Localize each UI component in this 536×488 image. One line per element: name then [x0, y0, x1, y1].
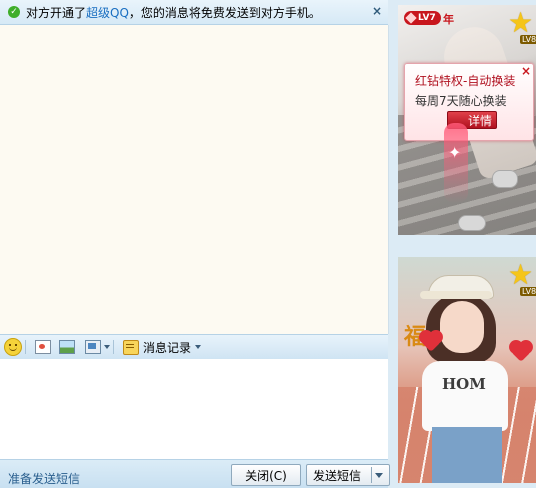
message-input[interactable]: [0, 359, 388, 459]
qq-show-avatar-self[interactable]: HOM 福 ★ LV8: [398, 257, 536, 483]
message-history-label: 消息记录: [143, 340, 192, 355]
shirt-print-text: HOM: [442, 375, 486, 393]
notice-text-before: 对方开通了: [26, 5, 87, 20]
super-qq-notice-bar: ✓ 对方开通了超级QQ，您的消息将免费发送到对方手机。 ×: [0, 0, 388, 25]
close-button[interactable]: 关闭(C): [231, 464, 301, 486]
send-sms-button[interactable]: 发送短信: [306, 464, 390, 486]
star-icon: ★: [508, 258, 534, 291]
photo-shoe: [458, 215, 486, 231]
status-text: 准备发送短信: [8, 472, 81, 486]
qq-show-sidebar: LV7 年 ★ LV8 红钻特权-自动换装 每周7天随心换装 × 详情 ✦ HO…: [390, 0, 536, 487]
photo-figure-shirt: [422, 361, 508, 431]
super-qq-link[interactable]: 超级QQ: [86, 6, 129, 20]
promo-close-icon[interactable]: ×: [521, 64, 531, 78]
send-options-dropdown-icon[interactable]: [375, 473, 383, 478]
notice-text: 对方开通了超级QQ，您的消息将免费发送到对方手机。: [26, 4, 321, 21]
star-level-badge: LV8: [520, 35, 536, 44]
promo-subtitle: 每周7天随心换装: [415, 94, 507, 108]
notice-text-after: ，您的消息将免费发送到对方手机。: [128, 5, 321, 20]
message-history-button[interactable]: 消息记录: [119, 338, 205, 356]
chevron-down-icon[interactable]: [104, 345, 110, 349]
toolbar-divider: [25, 340, 26, 354]
toolbar-divider: [113, 340, 114, 354]
bottom-bar: 准备发送短信 关闭(C) 发送短信: [0, 459, 390, 488]
send-sms-label: 发送短信: [313, 468, 362, 483]
red-diamond-level-badge: LV7: [404, 11, 441, 25]
red-diamond-promo-popup: 红钻特权-自动换装 每周7天随心换装 × 详情: [404, 63, 534, 141]
photo-shoe: [492, 170, 518, 188]
chevron-down-icon: [195, 345, 202, 349]
sparkle-icon: ✦: [448, 143, 462, 162]
star-level-badge: LV8: [520, 287, 536, 296]
emoji-icon[interactable]: [4, 338, 22, 356]
qq-show-avatar-contact[interactable]: LV7 年 ★ LV8 红钻特权-自动换装 每周7天随心换装 × 详情 ✦: [398, 5, 536, 235]
promo-title: 红钻特权-自动换装: [415, 74, 516, 88]
photo-figure-jeans: [432, 427, 502, 483]
more-tools-icon[interactable]: [85, 340, 101, 354]
star-icon: ★: [508, 6, 534, 39]
sparkle-effect: [444, 123, 468, 203]
notice-close-icon[interactable]: ×: [372, 4, 382, 18]
screenshot-icon[interactable]: [35, 340, 51, 354]
heart-icon: [511, 342, 531, 362]
message-history-icon: [123, 339, 139, 355]
button-divider: [371, 467, 372, 483]
chat-window-main: ✓ 对方开通了超级QQ，您的消息将免费发送到对方手机。 × 消息记录 准备发送短…: [0, 0, 390, 488]
photo-figure-face: [440, 301, 484, 353]
input-toolbar: 消息记录: [0, 334, 388, 360]
chat-history-area[interactable]: [0, 25, 389, 334]
photo-figure-hat-brim: [420, 291, 492, 299]
annual-badge: 年: [443, 13, 454, 26]
picture-icon[interactable]: [59, 340, 75, 354]
check-icon: ✓: [8, 6, 20, 18]
